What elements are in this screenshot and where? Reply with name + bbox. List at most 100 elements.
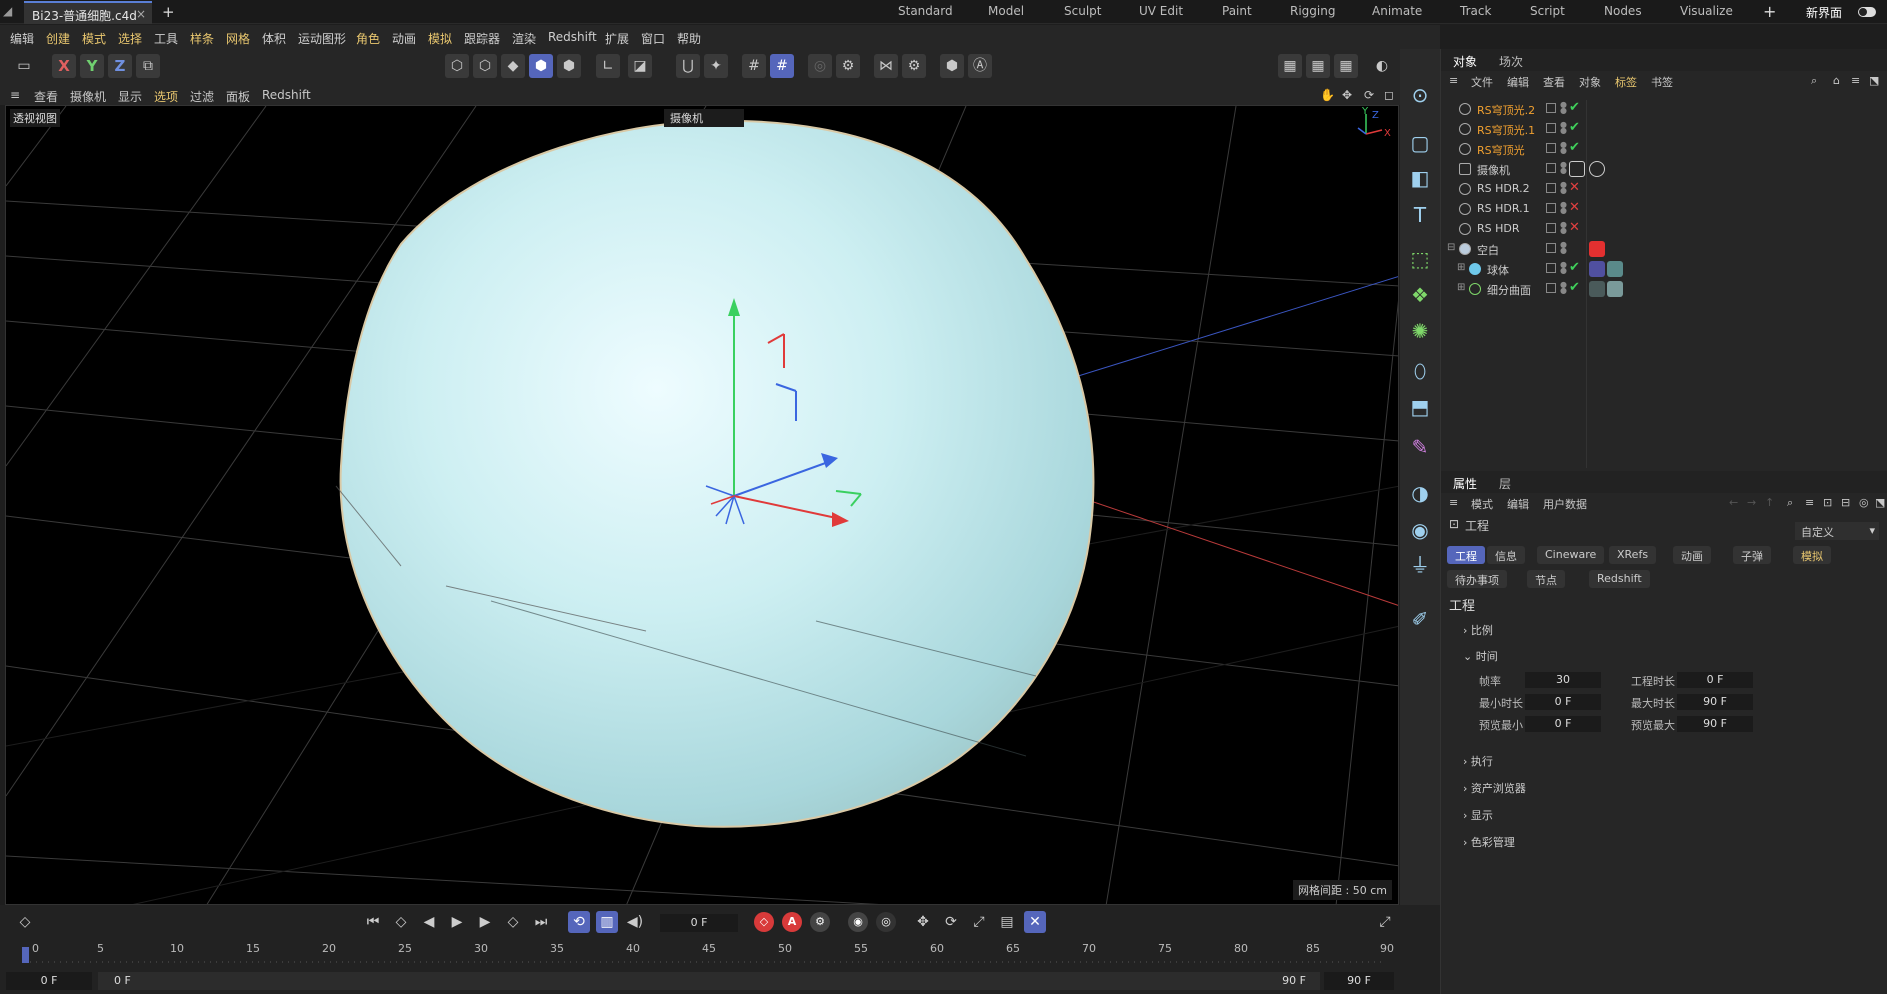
- position-key-icon[interactable]: ✥: [912, 911, 934, 933]
- range-start-field[interactable]: 0 F: [6, 972, 92, 990]
- current-frame-field[interactable]: 0 F: [660, 914, 738, 932]
- visibility-dots[interactable]: ● ●: [1560, 281, 1567, 295]
- material-tag-icon[interactable]: [1607, 261, 1623, 277]
- app-logo-icon[interactable]: ◢: [3, 4, 19, 20]
- target-icon[interactable]: ◎: [1859, 496, 1869, 509]
- fps-field[interactable]: 30: [1525, 672, 1601, 688]
- lock-icon[interactable]: ⊡: [1823, 496, 1832, 509]
- solo-icon[interactable]: ◎: [808, 54, 832, 78]
- playhead[interactable]: [22, 947, 29, 963]
- rotate-view-icon[interactable]: ⟳: [1364, 88, 1374, 102]
- deformer-icon[interactable]: ⬯: [1406, 357, 1434, 385]
- range-slider[interactable]: 0 F 90 F: [98, 972, 1320, 990]
- key-settings-icon[interactable]: ⚙: [810, 912, 830, 932]
- layers-icon[interactable]: ⊟: [1841, 496, 1850, 509]
- attr-tab-cineware[interactable]: Cineware: [1537, 546, 1605, 564]
- section-scale[interactable]: › 比例: [1463, 622, 1493, 638]
- layout-tab-track[interactable]: Track: [1460, 4, 1491, 18]
- object-row[interactable]: RS HDR.2 ● ● ✕: [1441, 179, 1887, 199]
- attr-tab-simulation[interactable]: 模拟: [1793, 546, 1831, 564]
- attr-menu-user-data[interactable]: 用户数据: [1543, 496, 1587, 512]
- menu-extensions[interactable]: 扩展: [605, 30, 629, 47]
- record-icon[interactable]: ◇: [754, 912, 774, 932]
- go-to-end-icon[interactable]: ⏭: [530, 911, 552, 933]
- parameter-key-icon[interactable]: ▤: [996, 911, 1018, 933]
- obj-menu-file[interactable]: 文件: [1471, 74, 1493, 90]
- section-display[interactable]: › 显示: [1463, 807, 1493, 823]
- preview-max-field[interactable]: 90 F: [1677, 716, 1753, 732]
- up-arrow-icon[interactable]: ↑: [1765, 496, 1774, 509]
- disabled-cross[interactable]: ✕: [1569, 180, 1580, 195]
- undo-stack-icon[interactable]: ▭: [12, 54, 36, 78]
- object-name[interactable]: RS穹顶光.1: [1477, 122, 1535, 138]
- autokey-icon[interactable]: A: [782, 912, 802, 932]
- brush-icon[interactable]: ✐: [1406, 605, 1434, 633]
- generator-icon[interactable]: ⬚: [1406, 245, 1434, 273]
- section-execution[interactable]: › 执行: [1463, 753, 1493, 769]
- visibility-dots[interactable]: ● ●: [1560, 141, 1567, 155]
- axis-mode-icon[interactable]: ∟: [596, 54, 620, 78]
- previous-frame-icon[interactable]: ◀: [418, 911, 440, 933]
- points-mode-icon[interactable]: ⬡: [445, 54, 469, 78]
- file-tab[interactable]: Bi23-普通细胞.c4d ×: [24, 1, 152, 24]
- visibility-dots[interactable]: ● ●: [1560, 241, 1567, 255]
- expand-icon[interactable]: ⊞: [1457, 282, 1465, 293]
- collapse-icon[interactable]: ⊟: [1447, 242, 1455, 253]
- render-settings-icon[interactable]: ▦: [1334, 54, 1358, 78]
- rs-ipr-icon[interactable]: ◐: [1370, 54, 1394, 78]
- grid-snap-icon[interactable]: #: [742, 54, 766, 78]
- attr-tab-redshift[interactable]: Redshift: [1589, 570, 1650, 588]
- sound-icon[interactable]: ◀): [624, 911, 646, 933]
- filter-icon[interactable]: ≡: [1805, 496, 1814, 509]
- menu-mesh[interactable]: 网格: [226, 30, 250, 47]
- layer-flag[interactable]: [1546, 203, 1556, 213]
- timeline-expand-icon[interactable]: ⤢: [1374, 911, 1396, 933]
- section-color-management[interactable]: › 色彩管理: [1463, 834, 1515, 850]
- enabled-check[interactable]: ✔: [1569, 280, 1580, 295]
- menu-mograph[interactable]: 运动图形: [298, 30, 346, 47]
- axis-z-button[interactable]: Z: [108, 54, 132, 78]
- object-name[interactable]: RS HDR.1: [1477, 202, 1530, 215]
- visibility-dots[interactable]: ● ●: [1560, 121, 1567, 135]
- next-frame-icon[interactable]: ▶: [474, 911, 496, 933]
- protection-tag-icon[interactable]: [1589, 161, 1605, 177]
- section-time[interactable]: ⌄ 时间: [1463, 648, 1498, 664]
- home-icon[interactable]: ⌂: [1833, 74, 1840, 87]
- viewport-hamburger-icon[interactable]: ≡: [10, 88, 20, 102]
- object-row[interactable]: ⊟ 空白 ● ●: [1441, 239, 1887, 259]
- new-ui-toggle[interactable]: [1858, 7, 1876, 17]
- menu-spline[interactable]: 样条: [190, 30, 214, 47]
- layer-flag[interactable]: [1546, 263, 1556, 273]
- go-to-start-icon[interactable]: ⏮: [362, 911, 384, 933]
- layer-flag[interactable]: [1546, 163, 1556, 173]
- layout-tab-uv-edit[interactable]: UV Edit: [1139, 4, 1183, 18]
- object-row[interactable]: RS穹顶光 ● ● ✔: [1441, 139, 1887, 159]
- layer-flag[interactable]: [1546, 223, 1556, 233]
- workplane-icon[interactable]: #: [770, 54, 794, 78]
- vp-menu-display[interactable]: 显示: [118, 88, 142, 105]
- menu-create[interactable]: 创建: [46, 30, 70, 47]
- layer-flag[interactable]: [1546, 103, 1556, 113]
- edges-mode-icon[interactable]: ⬡: [473, 54, 497, 78]
- object-row[interactable]: RS HDR.1 ● ● ✕: [1441, 199, 1887, 219]
- solo-settings-icon[interactable]: ⚙: [836, 54, 860, 78]
- camera-target-tag-icon[interactable]: [1569, 161, 1585, 177]
- vp-menu-camera[interactable]: 摄像机: [70, 88, 106, 105]
- enabled-check[interactable]: ✔: [1569, 140, 1580, 155]
- visibility-dots[interactable]: ● ●: [1560, 261, 1567, 275]
- new-window-icon[interactable]: ⬔: [1875, 496, 1885, 509]
- vp-menu-filter[interactable]: 过滤: [190, 88, 214, 105]
- menu-select[interactable]: 选择: [118, 30, 142, 47]
- field-icon[interactable]: ⬒: [1406, 393, 1434, 421]
- objects-hamburger-icon[interactable]: ≡: [1449, 74, 1458, 87]
- render-view-icon[interactable]: ⬢: [940, 54, 964, 78]
- layer-flag[interactable]: [1546, 143, 1556, 153]
- attr-tab-nodes[interactable]: 节点: [1527, 570, 1565, 588]
- effector-icon[interactable]: ✺: [1406, 317, 1434, 345]
- menu-animate[interactable]: 动画: [392, 30, 416, 47]
- vp-menu-options[interactable]: 选项: [154, 88, 178, 105]
- new-tab-button[interactable]: +: [162, 3, 175, 21]
- redshift-icon[interactable]: Ⓐ: [968, 54, 992, 78]
- loop-icon[interactable]: ⟲: [568, 911, 590, 933]
- move-view-icon[interactable]: ✥: [1342, 88, 1352, 102]
